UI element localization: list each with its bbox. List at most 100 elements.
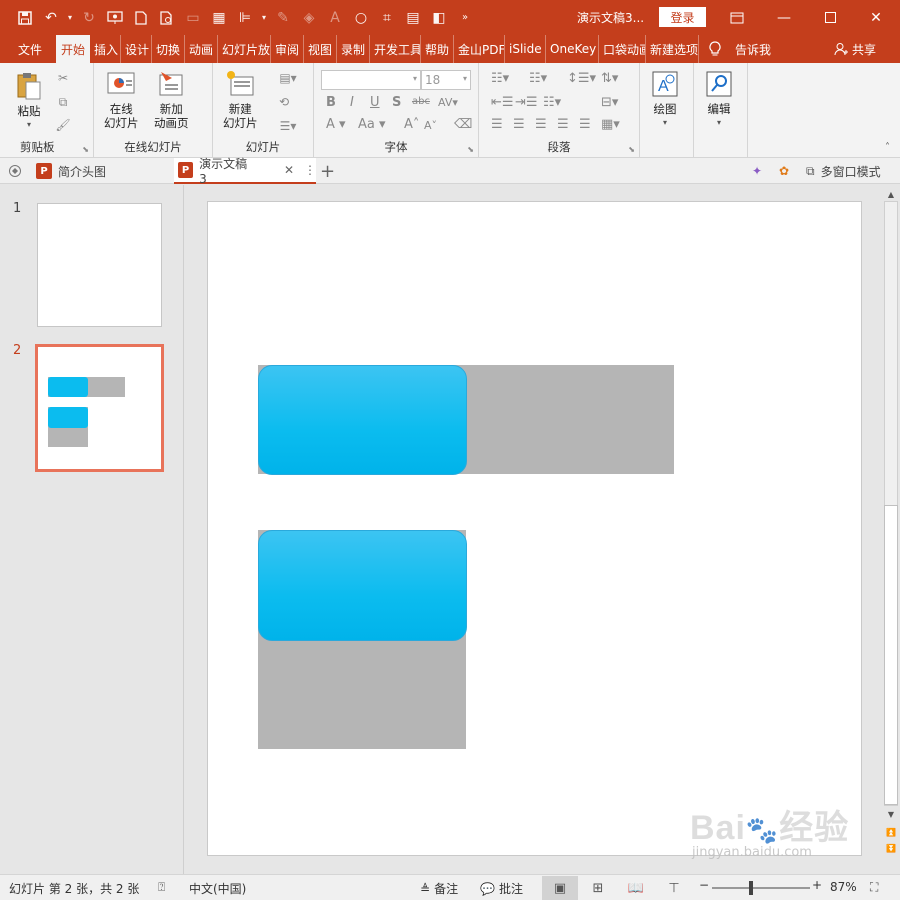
editing-button[interactable]: 编辑 ▾ — [704, 69, 734, 130]
crop-icon[interactable]: ⌗ — [374, 5, 400, 31]
multi-window-button[interactable]: ⧉ 多窗口模式 — [806, 158, 881, 184]
layout-icon[interactable]: ▤▾ — [275, 70, 301, 86]
tab-help[interactable]: 帮助 — [421, 35, 455, 63]
close-tab-icon[interactable]: ✕ — [284, 163, 294, 177]
pen-icon[interactable]: ✎ — [270, 5, 296, 31]
underline-icon[interactable]: U — [370, 95, 380, 110]
shadow-icon[interactable]: S — [392, 95, 401, 110]
redo-icon[interactable]: ↻ — [76, 5, 102, 31]
smartart-icon[interactable]: ▦▾ — [601, 117, 620, 132]
zoom-in-icon[interactable]: + — [812, 878, 822, 892]
tab-review[interactable]: 审阅 — [271, 35, 305, 63]
increase-font-icon[interactable]: A˄ — [404, 117, 419, 132]
comments-button[interactable]: 💬 批注 — [480, 880, 523, 897]
columns-icon[interactable]: ☷▾ — [543, 95, 561, 110]
char-spacing-icon[interactable]: AV▾ — [438, 96, 458, 109]
strikethrough-icon[interactable]: abc — [412, 96, 430, 107]
minimize-icon[interactable]: — — [761, 0, 807, 35]
italic-icon[interactable]: I — [350, 95, 354, 110]
undo-dropdown-icon[interactable]: ▾ — [64, 5, 76, 31]
scroll-down-icon[interactable]: ▼ — [882, 807, 900, 821]
zoom-level[interactable]: 87% — [830, 880, 857, 894]
slideshow-view-icon[interactable]: ⊤ — [656, 876, 692, 900]
tab-view[interactable]: 视图 — [304, 35, 338, 63]
new-slide-button[interactable]: 新建 幻灯片 — [223, 69, 258, 130]
font-color-icon[interactable]: A ▾ — [326, 117, 346, 132]
accessibility-icon[interactable]: ⍰ — [158, 880, 165, 895]
tab-design[interactable]: 设计 — [121, 35, 153, 63]
numbering-icon[interactable]: ☷▾ — [529, 71, 547, 86]
tab-onekey[interactable]: OneKey — [546, 35, 600, 63]
tab-animations[interactable]: 动画 — [185, 35, 219, 63]
share-button[interactable]: 共享 — [834, 35, 876, 63]
slideshow-icon[interactable] — [102, 5, 128, 31]
justify-icon[interactable]: ☰ — [557, 117, 569, 132]
align-right-icon[interactable]: ☰ — [535, 117, 547, 132]
paste-button[interactable]: 粘贴 ▾ — [14, 71, 44, 132]
align-dropdown-icon[interactable]: ▾ — [258, 5, 270, 31]
collapse-ribbon-icon[interactable]: ˄ — [885, 142, 890, 153]
copy-icon[interactable]: ⧉ — [54, 94, 72, 110]
tab-more-icon[interactable]: ⋮ — [304, 163, 316, 177]
zoom-slider-thumb[interactable] — [749, 881, 753, 895]
ribbon-display-icon[interactable] — [714, 0, 760, 35]
scroll-thumb[interactable] — [884, 505, 898, 805]
align-left-icon[interactable]: ☰ — [491, 117, 503, 132]
vertical-scrollbar[interactable]: ▲ ▼ ⏫ ⏬ — [882, 185, 900, 874]
online-slides-button[interactable]: 在线 幻灯片 — [104, 69, 139, 130]
grid-icon[interactable]: ▦ — [206, 5, 232, 31]
distribute-icon[interactable]: ☰ — [579, 117, 591, 132]
tell-me[interactable]: 告诉我 — [699, 35, 771, 63]
tab-kingsoft-pdf[interactable]: 金山PDF — [454, 35, 506, 63]
change-case-icon[interactable]: Aa ▾ — [358, 117, 386, 132]
notes-button[interactable]: ≜ 备注 — [420, 880, 458, 897]
doc-tab-intro[interactable]: P 简介头图 — [34, 158, 172, 184]
tab-insert[interactable]: 插入 — [90, 35, 122, 63]
format-painter-icon[interactable]: 🖌 — [54, 117, 72, 133]
tab-record[interactable]: 录制 — [337, 35, 371, 63]
open-icon[interactable]: ▭ — [180, 5, 206, 31]
maximize-icon[interactable] — [807, 0, 853, 35]
layers-icon[interactable]: ▤ — [400, 5, 426, 31]
blue-rounded-rectangle-2[interactable] — [258, 530, 467, 641]
fill-icon[interactable]: ◈ — [296, 5, 322, 31]
bullets-icon[interactable]: ☷▾ — [491, 71, 509, 86]
cut-icon[interactable]: ✂ — [54, 70, 72, 86]
tab-home[interactable]: 开始 — [56, 35, 91, 63]
align-icon[interactable]: ⊫ — [232, 5, 258, 31]
slide-info[interactable]: 幻灯片 第 2 张，共 2 张 — [9, 880, 139, 897]
tab-islide[interactable]: iSlide — [505, 35, 547, 63]
text-direction-icon[interactable]: ⇅▾ — [601, 71, 618, 86]
tab-slideshow[interactable]: 幻灯片放 — [218, 35, 272, 63]
new-animation-page-button[interactable]: 新加 动画页 — [154, 69, 189, 130]
new-tab-icon[interactable]: + — [320, 158, 335, 184]
font-name-select[interactable]: ▾ — [321, 70, 421, 90]
tab-new-options[interactable]: 新建选项 — [646, 35, 700, 63]
tab-file[interactable]: 文件 — [0, 35, 56, 63]
slide-canvas[interactable] — [207, 201, 862, 856]
fit-slide-icon[interactable]: ⛶ — [870, 880, 878, 895]
language-indicator[interactable]: 中文(中国) — [189, 880, 246, 897]
slide-thumbnail-1[interactable] — [37, 203, 162, 327]
clear-format-icon[interactable]: ⌫ — [454, 117, 472, 132]
increase-indent-icon[interactable]: ⇥☰ — [515, 95, 538, 110]
align-text-icon[interactable]: ⊟▾ — [601, 95, 618, 110]
save-icon[interactable] — [12, 5, 38, 31]
blue-rounded-rectangle-1[interactable] — [258, 365, 467, 475]
zoom-slider-track[interactable] — [712, 887, 810, 889]
scroll-up-icon[interactable]: ▲ — [882, 187, 900, 201]
slide-thumbnail-2[interactable] — [35, 344, 164, 472]
more-commands-icon[interactable]: » — [452, 5, 478, 31]
normal-view-icon[interactable]: ▣ — [542, 876, 578, 900]
tab-transitions[interactable]: 切换 — [152, 35, 186, 63]
settings-gear-icon[interactable]: ✿ — [779, 158, 789, 184]
reset-slide-icon[interactable]: ⟲ — [275, 94, 293, 110]
font-size-select[interactable]: 18 ▾ — [421, 70, 471, 90]
decrease-indent-icon[interactable]: ⇤☰ — [491, 95, 514, 110]
bold-icon[interactable]: B — [326, 95, 336, 110]
undo-icon[interactable]: ↶ — [38, 5, 64, 31]
bring-front-icon[interactable]: ◧ — [426, 5, 452, 31]
paste-dropdown-icon[interactable]: ▾ — [27, 118, 31, 132]
decrease-font-icon[interactable]: A˅ — [424, 119, 437, 132]
font-color-icon[interactable]: A — [322, 5, 348, 31]
